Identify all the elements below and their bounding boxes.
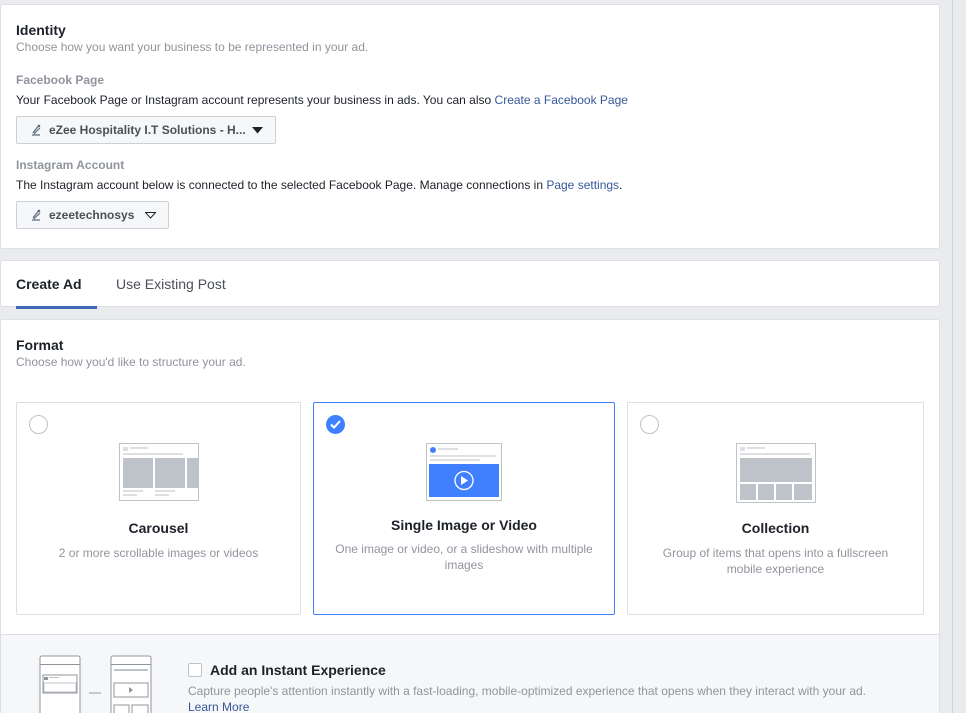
carousel-description: 2 or more scrollable images or videos — [58, 546, 259, 560]
right-panel-edge — [952, 0, 953, 713]
format-panel: Format Choose how you'd like to structur… — [0, 319, 940, 713]
facebook-page-selected: eZee Hospitality I.T Solutions - H... — [49, 123, 246, 137]
caret-down-outline-icon — [145, 211, 156, 219]
single-image-title: Single Image or Video — [390, 517, 537, 533]
facebook-page-description: Your Facebook Page or Instagram account … — [16, 93, 628, 107]
format-option-carousel[interactable]: Carousel 2 or more scrollable images or … — [16, 402, 301, 615]
single-image-description: One image or video, or a slideshow with … — [335, 542, 593, 572]
facebook-page-dropdown[interactable]: eZee Hospitality I.T Solutions - H... — [16, 116, 276, 144]
format-option-single-image-video[interactable]: Single Image or Video One image or video… — [313, 402, 615, 615]
instant-experience-illustration-icon — [39, 655, 152, 713]
instagram-description-suffix: . — [619, 178, 623, 192]
facebook-page-label: Facebook Page — [16, 73, 105, 87]
format-option-collection[interactable]: Collection Group of items that opens int… — [627, 402, 924, 615]
single-image-illustration-icon — [426, 443, 502, 501]
identity-title: Identity — [16, 22, 66, 38]
tab-use-existing-post-label: Use Existing Post — [116, 276, 226, 292]
instagram-description-text: The Instagram account below is connected… — [16, 178, 547, 192]
format-title: Format — [16, 337, 64, 353]
collection-description: Group of items that opens into a fullscr… — [662, 546, 889, 576]
carousel-illustration-icon — [118, 443, 199, 501]
instagram-account-selected: ezeetechnosys — [49, 208, 135, 222]
instagram-account-dropdown[interactable]: ezeetechnosys — [16, 201, 169, 229]
collection-title: Collection — [741, 520, 810, 536]
tab-use-existing-post[interactable]: Use Existing Post — [116, 261, 226, 307]
instant-experience-checkbox[interactable] — [188, 663, 202, 677]
page-logo-icon — [32, 124, 41, 136]
carousel-title: Carousel — [128, 520, 189, 536]
learn-more-link[interactable]: Learn More — [188, 700, 249, 713]
facebook-page-description-text: Your Facebook Page or Instagram account … — [16, 93, 495, 107]
create-facebook-page-link[interactable]: Create a Facebook Page — [495, 93, 628, 107]
collection-illustration-icon — [735, 443, 816, 503]
carousel-radio[interactable] — [29, 415, 48, 434]
instagram-logo-icon — [32, 209, 41, 221]
identity-panel: Identity Choose how you want your busine… — [0, 4, 940, 249]
tabs-panel: Create Ad Use Existing Post — [0, 260, 940, 309]
instant-experience-title: Add an Instant Experience — [210, 662, 386, 678]
instant-experience-section — [1, 634, 939, 713]
tab-create-ad-label: Create Ad — [16, 276, 82, 292]
caret-down-icon — [252, 126, 263, 133]
instagram-description: The Instagram account below is connected… — [16, 178, 622, 192]
instant-experience-description: Capture people's attention instantly wit… — [188, 684, 867, 698]
single-image-radio-checked[interactable] — [326, 415, 345, 434]
page-settings-link[interactable]: Page settings — [546, 178, 619, 192]
checkmark-icon — [330, 420, 341, 429]
format-subtitle: Choose how you'd like to structure your … — [16, 355, 246, 369]
collection-radio[interactable] — [640, 415, 659, 434]
tab-create-ad[interactable]: Create Ad — [16, 261, 97, 309]
instagram-account-label: Instagram Account — [16, 158, 125, 172]
identity-subtitle: Choose how you want your business to be … — [16, 40, 369, 54]
